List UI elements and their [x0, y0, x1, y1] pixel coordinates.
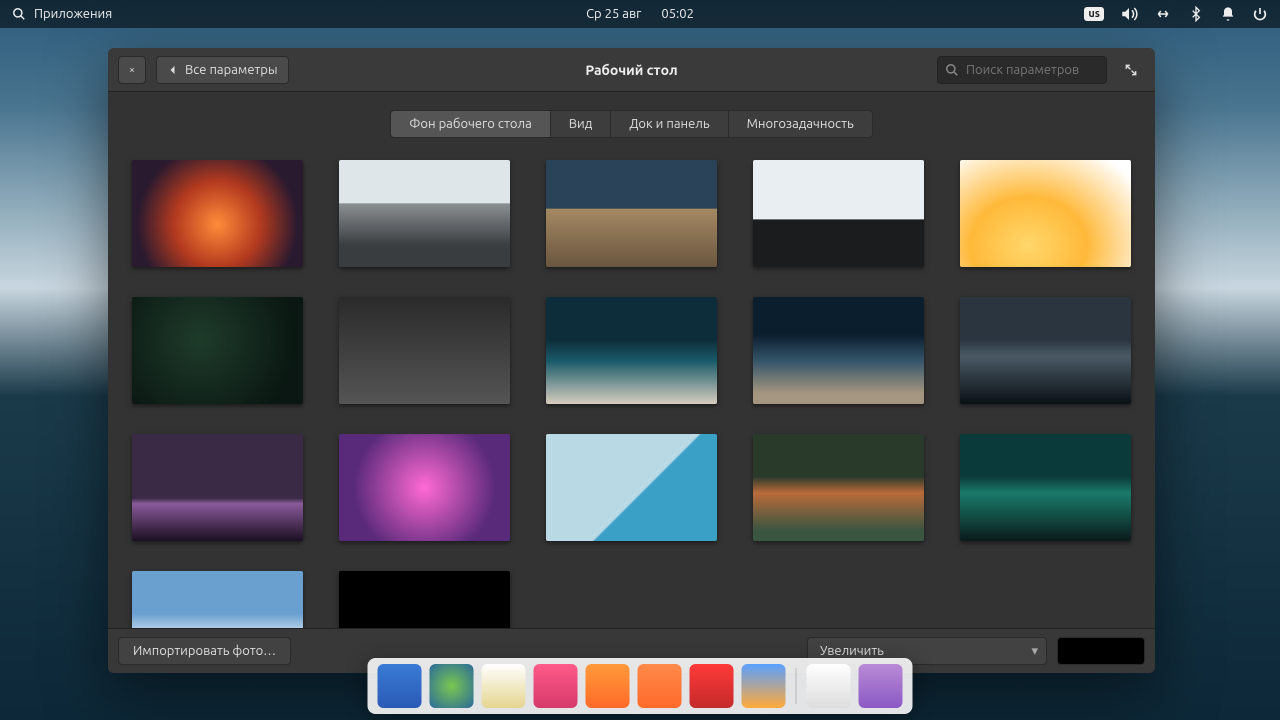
- search-icon: [12, 7, 26, 21]
- search-field-wrap: [937, 56, 1107, 84]
- window-title: Рабочий стол: [585, 62, 677, 78]
- wallpaper-thumb[interactable]: [339, 434, 510, 541]
- network-indicator[interactable]: [1154, 5, 1172, 23]
- dock-separator: [796, 668, 797, 704]
- notifications-indicator[interactable]: [1220, 6, 1236, 22]
- tab-wallpaper[interactable]: Фон рабочего стола: [391, 111, 551, 137]
- background-color-swatch[interactable]: [1057, 637, 1145, 665]
- settings-window: Все параметры Рабочий стол Фон рабочего …: [108, 48, 1155, 673]
- wallpaper-thumb[interactable]: [546, 297, 717, 404]
- dock: [368, 658, 913, 714]
- top-panel: Приложения Ср 25 авг 05:02 us: [0, 0, 1280, 28]
- dock-item-browser[interactable]: [430, 664, 474, 708]
- dock-item-mail[interactable]: [482, 664, 526, 708]
- scale-selected-label: Увеличить: [820, 644, 884, 658]
- tab-row: Фон рабочего стола Вид Док и панель Мног…: [108, 92, 1155, 148]
- network-icon: [1154, 5, 1172, 23]
- arrow-left-icon: [167, 64, 179, 76]
- wallpaper-thumb[interactable]: [132, 571, 303, 628]
- session-indicator[interactable]: [1252, 6, 1268, 22]
- wallpaper-thumb[interactable]: [753, 160, 924, 267]
- dock-item-videos[interactable]: [690, 664, 734, 708]
- search-input[interactable]: [937, 56, 1107, 84]
- dock-item-multitasking[interactable]: [378, 664, 422, 708]
- bell-icon: [1220, 6, 1236, 22]
- tab-dock-panel[interactable]: Док и панель: [611, 111, 728, 137]
- wallpaper-thumb[interactable]: [132, 297, 303, 404]
- panel-date: Ср 25 авг: [586, 7, 641, 21]
- dock-item-tasks[interactable]: [534, 664, 578, 708]
- wallpaper-grid: [132, 160, 1131, 628]
- bluetooth-indicator[interactable]: [1188, 6, 1204, 22]
- maximize-icon: [1124, 63, 1138, 77]
- close-button[interactable]: [118, 56, 146, 84]
- wallpaper-thumb[interactable]: [960, 297, 1131, 404]
- titlebar: Все параметры Рабочий стол: [108, 48, 1155, 92]
- wallpaper-thumb[interactable]: [132, 434, 303, 541]
- back-label: Все параметры: [185, 63, 278, 77]
- wallpaper-thumb[interactable]: [960, 434, 1131, 541]
- dock-item-photos[interactable]: [742, 664, 786, 708]
- close-icon: [129, 64, 135, 76]
- view-tabs: Фон рабочего стола Вид Док и панель Мног…: [390, 110, 873, 138]
- wallpaper-thumb[interactable]: [960, 160, 1131, 267]
- dock-item-music[interactable]: [638, 664, 682, 708]
- panel-time: 05:02: [661, 7, 694, 21]
- power-icon: [1252, 6, 1268, 22]
- applications-label: Приложения: [34, 7, 112, 21]
- dock-item-settings[interactable]: [807, 664, 851, 708]
- wallpaper-thumb[interactable]: [753, 434, 924, 541]
- bluetooth-icon: [1188, 6, 1204, 22]
- volume-indicator[interactable]: [1120, 5, 1138, 23]
- tab-multitasking[interactable]: Многозадачность: [729, 111, 872, 137]
- dock-item-calendar[interactable]: [586, 664, 630, 708]
- import-photo-button[interactable]: Импортировать фото…: [118, 637, 291, 665]
- wallpaper-thumb[interactable]: [546, 160, 717, 267]
- wallpaper-thumb[interactable]: [339, 297, 510, 404]
- tab-appearance[interactable]: Вид: [551, 111, 612, 137]
- clock-area[interactable]: Ср 25 авг 05:02: [586, 7, 694, 21]
- keyboard-indicator[interactable]: us: [1084, 7, 1104, 21]
- volume-icon: [1120, 5, 1138, 23]
- wallpaper-scroll-area[interactable]: [108, 148, 1155, 628]
- wallpaper-thumb[interactable]: [546, 434, 717, 541]
- maximize-button[interactable]: [1117, 56, 1145, 84]
- wallpaper-thumb[interactable]: [339, 160, 510, 267]
- back-all-settings-button[interactable]: Все параметры: [156, 56, 289, 84]
- wallpaper-thumb[interactable]: [132, 160, 303, 267]
- wallpaper-thumb[interactable]: [753, 297, 924, 404]
- dock-item-appcenter[interactable]: [859, 664, 903, 708]
- wallpaper-thumb[interactable]: [339, 571, 510, 628]
- applications-menu[interactable]: Приложения: [12, 7, 112, 21]
